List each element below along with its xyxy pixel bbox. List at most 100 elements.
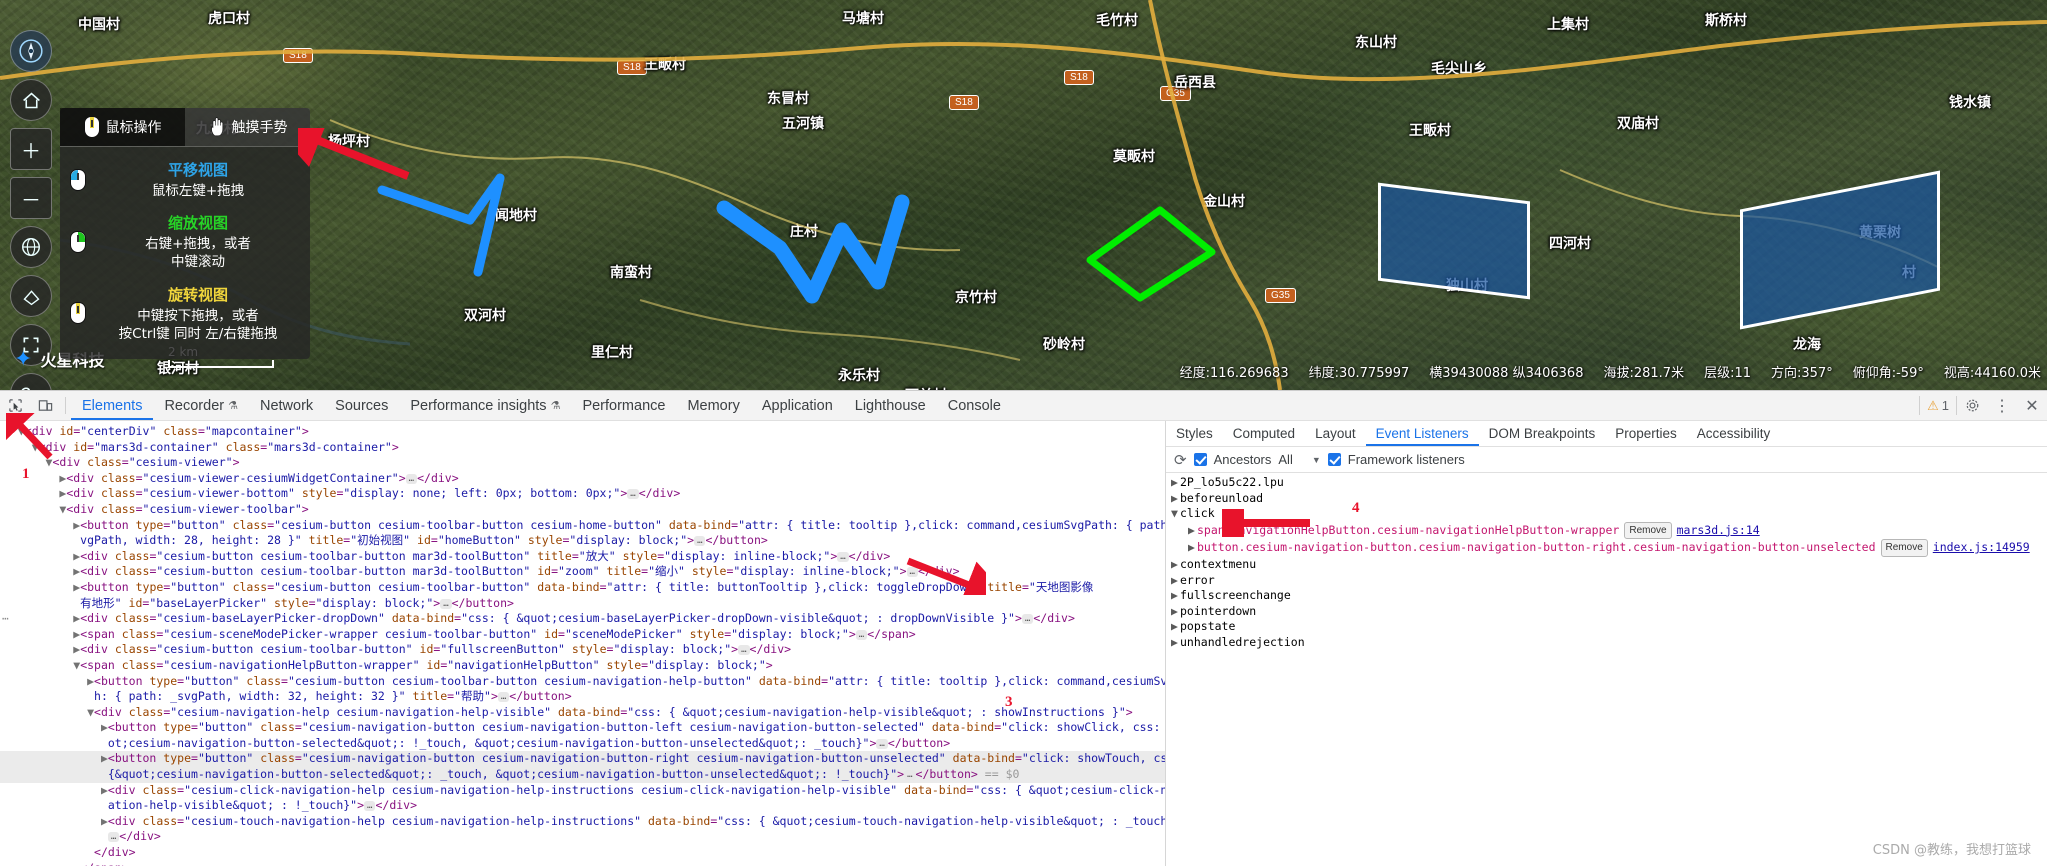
map-status-readout: 经度:116.269683 纬度:30.775997 横39430088 纵3406… [1180, 362, 2041, 381]
tab-performance-insights[interactable]: Performance insights ⚗ [399, 391, 571, 420]
chevron-down-icon[interactable]: ▼ [1312, 455, 1321, 465]
tab-network[interactable]: Network [249, 391, 324, 420]
dom-node-line[interactable]: ▶<button type="button" class="cesium-but… [0, 674, 1165, 690]
dom-node-line[interactable]: ▶<div class="cesium-button cesium-toolba… [0, 564, 1165, 580]
listener-group[interactable]: ▶ popstate [1166, 619, 2047, 635]
dom-node-line[interactable]: {&quot;cesium-navigation-button-selected… [0, 767, 1165, 783]
ancestors-value[interactable]: All [1278, 452, 1292, 467]
place-label: 五河镇 [782, 116, 824, 132]
framework-listeners-checkbox[interactable] [1327, 453, 1341, 466]
sign-board-a [1378, 182, 1530, 300]
dom-node-line[interactable]: ▼<div class="cesium-viewer-toolbar"> [0, 502, 1165, 518]
map-canvas[interactable]: S18 S18 S18 S18 G35 G35 中国村 虎口村 马塘村 毛竹村 上集村 斯桥村 王畈村… [0, 0, 2047, 390]
sidebar-tab-dom-breakpoints[interactable]: DOM Breakpoints [1479, 421, 1606, 446]
place-label: 京竹村 [955, 290, 997, 306]
dom-node-line[interactable]: vgPath, width: 28, height: 28 }" title="… [0, 533, 1165, 549]
ancestors-checkbox[interactable] [1193, 453, 1207, 466]
dom-node-line[interactable]: ▶<div class="cesium-viewer-cesiumWidgetC… [0, 471, 1165, 487]
warning-count-chip[interactable]: ⚠ 1 [1919, 396, 1957, 415]
dom-node-line[interactable]: ▶<div class="cesium-touch-navigation-hel… [0, 814, 1165, 830]
tab-performance[interactable]: Performance [571, 391, 676, 420]
dom-node-line[interactable]: 有地形" id="baseLayerPicker" style="display… [0, 596, 1165, 612]
listener-name: error [1180, 572, 1215, 587]
place-label: 莫畈村 [1113, 149, 1155, 165]
sidebar-tab-event-listeners[interactable]: Event Listeners [1366, 421, 1479, 446]
scene-mode-icon[interactable] [10, 275, 52, 317]
dom-node-line[interactable]: ▶<button type="button" class="cesium-nav… [0, 751, 1165, 768]
listener-group[interactable]: ▶ 2P_lo5u5c22.lpu [1166, 475, 2047, 491]
remove-listener-button[interactable]: Remove [1880, 539, 1928, 557]
cesium-viewer-toolbar[interactable]: ＋ － ？ [10, 30, 52, 390]
listener-group[interactable]: ▶ unhandledrejection [1166, 635, 2047, 651]
home-icon[interactable] [10, 79, 52, 121]
dom-node-line[interactable]: … </div> [0, 829, 1165, 845]
dom-node-line[interactable]: h: { path: _svgPath, width: 32, height: … [0, 689, 1165, 705]
tab-sources[interactable]: Sources [324, 391, 399, 420]
tab-label: Network [259, 397, 314, 414]
cesium-navigation-help[interactable]: 鼠标操作 触摸手势 平移视图 鼠标左键+拖拽 缩放视图 右键+拖拽，或者 中键滚… [60, 108, 310, 360]
listener-source-link[interactable]: mars3d.js:14 [1677, 523, 1760, 537]
question-icon[interactable]: ？ [10, 373, 52, 390]
globe-icon[interactable] [10, 226, 52, 268]
listener-source-link[interactable]: index.js:14959 [1933, 540, 2030, 554]
dom-tree[interactable]: ▼<div id="centerDiv" class="mapcontainer… [0, 424, 1165, 866]
nav-help-tabs[interactable]: 鼠标操作 触摸手势 [60, 108, 310, 147]
compass-icon[interactable] [10, 30, 52, 72]
dom-node-line[interactable]: ▼<span class="cesium-navigationHelpButto… [0, 658, 1165, 674]
dom-node-line[interactable]: ▶<div class="cesium-viewer-bottom" style… [0, 486, 1165, 502]
devtools-tab-list[interactable]: Elements Recorder ⚗ Network Sources Performan… [71, 391, 1012, 420]
tab-elements[interactable]: Elements [71, 391, 153, 420]
dom-node-line[interactable]: </div> [0, 845, 1165, 861]
listener-entry[interactable]: ▶ button.cesium-navigation-button.cesium-… [1166, 539, 2047, 557]
nav-help-title-pan: 平移视图 [167, 161, 228, 179]
dom-node-line[interactable]: ▶<div class="cesium-button cesium-toolba… [0, 642, 1165, 658]
dom-node-line[interactable]: ▶<div class="cesium-click-navigation-hel… [0, 783, 1165, 799]
listener-group[interactable]: ▶ beforeunload [1166, 491, 2047, 507]
dom-node-line[interactable]: ation-help-visible&quot; : !_touch}">… </… [0, 798, 1165, 814]
tab-lighthouse[interactable]: Lighthouse [844, 391, 937, 420]
listener-group[interactable]: ▶ pointerdown [1166, 604, 2047, 620]
dom-node-line[interactable]: ▶<span class="cesium-sceneModePicker-wra… [0, 627, 1165, 643]
dom-node-line[interactable]: ot;cesium-navigation-button-selected&quo… [0, 736, 1165, 752]
dom-node-line[interactable]: ▼<div id="centerDiv" class="mapcontainer… [0, 424, 1165, 440]
dom-node-line[interactable]: ▶<button type="button" class="cesium-but… [0, 580, 1165, 596]
close-icon[interactable]: ✕ [2017, 391, 2047, 420]
dom-node-line[interactable]: ▼<div class="cesium-navigation-help cesi… [0, 705, 1165, 721]
listener-group[interactable]: ▶ contextmenu [1166, 557, 2047, 573]
devtools-tabbar[interactable]: Elements Recorder ⚗ Network Sources Performan… [0, 391, 2047, 421]
mouse-middle-icon [70, 302, 86, 325]
nav-help-line-rotate-1: 中键按下拖拽，或者 [137, 307, 259, 324]
sidebar-tab-properties[interactable]: Properties [1605, 421, 1687, 446]
plus-icon[interactable]: ＋ [10, 128, 52, 170]
listener-group[interactable]: ▶ fullscreenchange [1166, 588, 2047, 604]
dom-node-line[interactable]: ▶<div class="cesium-baseLayerPicker-drop… [0, 611, 1165, 627]
sidebar-tab-accessibility[interactable]: Accessibility [1687, 421, 1781, 446]
sign-board-b [1740, 170, 1940, 330]
dom-node-line[interactable]: ▼<div id="mars3d-container" class="mars3… [0, 440, 1165, 456]
dom-tree-pane[interactable]: ▼<div id="centerDiv" class="mapcontainer… [0, 421, 1165, 866]
tab-console[interactable]: Console [937, 391, 1012, 420]
refresh-icon[interactable]: ⟳ [1174, 451, 1187, 469]
cesium-navigation-button-right[interactable]: 触摸手势 [185, 108, 310, 146]
sidebar-tab-computed[interactable]: Computed [1223, 421, 1305, 446]
sidebar-tab-layout[interactable]: Layout [1305, 421, 1366, 446]
more-options-icon[interactable]: ⋮ [1987, 391, 2017, 420]
sidebar-tab-list[interactable]: Styles Computed Layout Event Listeners DOM B… [1166, 421, 2047, 447]
dom-node-line[interactable]: ▶<button type="button" class="cesium-nav… [0, 720, 1165, 736]
dom-node-line[interactable]: ▶<div class="cesium-button cesium-toolba… [0, 549, 1165, 565]
tab-memory[interactable]: Memory [676, 391, 750, 420]
devtools-panel[interactable]: Elements Recorder ⚗ Network Sources Performan… [0, 390, 2047, 866]
dom-node-line[interactable]: </span> [0, 861, 1165, 866]
devtools-body: ▼<div id="centerDiv" class="mapcontainer… [0, 421, 2047, 866]
tab-application[interactable]: Application [751, 391, 844, 420]
listener-group[interactable]: ▶ error [1166, 573, 2047, 589]
cesium-navigation-button-left[interactable]: 鼠标操作 [60, 108, 185, 146]
sidebar-tab-styles[interactable]: Styles [1166, 421, 1223, 446]
settings-gear-icon[interactable] [1957, 391, 1987, 420]
dom-node-line[interactable]: ▼<div class="cesium-viewer"> [0, 455, 1165, 471]
dom-node-line[interactable]: ▶<button type="button" class="cesium-but… [0, 518, 1165, 534]
event-listeners-toolbar[interactable]: ⟳ Ancestors All ▼ Framework listeners [1166, 447, 2047, 473]
minus-icon[interactable]: － [10, 177, 52, 219]
remove-listener-button[interactable]: Remove [1624, 521, 1672, 540]
tab-recorder[interactable]: Recorder ⚗ [153, 391, 249, 420]
